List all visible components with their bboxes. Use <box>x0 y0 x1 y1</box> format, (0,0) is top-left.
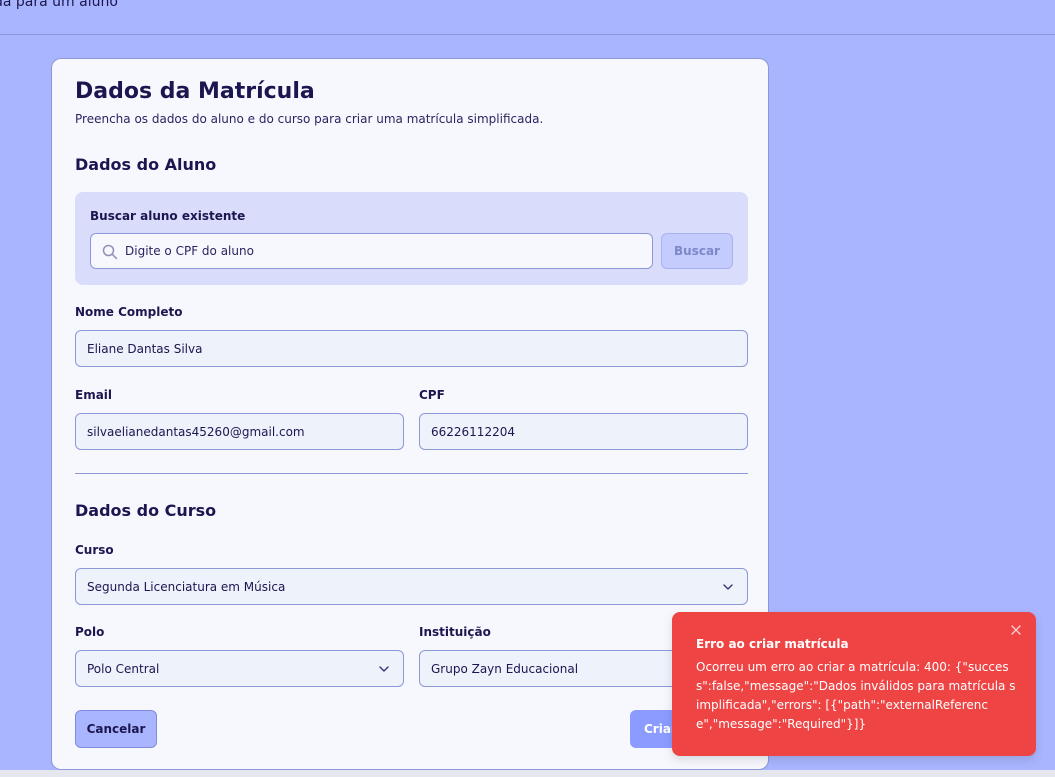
top-header: da para um aluno <box>0 0 1055 35</box>
chevron-down-icon <box>723 584 733 590</box>
email-field[interactable]: silvaelianedantas45260@gmail.com <box>75 413 404 450</box>
header-text: da para um aluno <box>0 0 118 10</box>
section-divider <box>75 473 748 474</box>
name-value: Eliane Dantas Silva <box>87 342 203 356</box>
page-subtitle: Preencha os dados do aluno e do curso pa… <box>75 112 544 126</box>
close-icon[interactable] <box>1011 625 1021 635</box>
polo-select[interactable]: Polo Central <box>75 650 404 687</box>
cpf-search-input[interactable]: Digite o CPF do aluno <box>90 233 653 269</box>
email-label: Email <box>75 388 113 402</box>
toast-title: Erro ao criar matrícula <box>696 637 849 651</box>
error-toast: Erro ao criar matrícula Ocorreu um erro … <box>672 612 1036 756</box>
search-button[interactable]: Buscar <box>661 233 733 269</box>
cpf-value: 66226112204 <box>431 425 515 439</box>
search-icon <box>102 244 118 260</box>
polo-selected-value: Polo Central <box>87 662 160 676</box>
name-field[interactable]: Eliane Dantas Silva <box>75 330 748 367</box>
search-label: Buscar aluno existente <box>90 209 246 223</box>
institution-selected-value: Grupo Zayn Educacional <box>431 662 579 676</box>
student-search-panel: Buscar aluno existente Digite o CPF do a… <box>75 192 748 285</box>
cpf-label: CPF <box>419 388 445 402</box>
course-label: Curso <box>75 543 114 557</box>
toast-message: Ocorreu um erro ao criar a matrícula: 40… <box>696 660 1016 731</box>
course-select[interactable]: Segunda Licenciatura em Música <box>75 568 748 605</box>
course-selected-value: Segunda Licenciatura em Música <box>87 580 286 594</box>
course-section-title: Dados do Curso <box>75 501 217 520</box>
bottom-strip <box>0 770 1055 777</box>
polo-label: Polo <box>75 625 105 639</box>
institution-label: Instituição <box>419 625 491 639</box>
cpf-field[interactable]: 66226112204 <box>419 413 748 450</box>
search-placeholder: Digite o CPF do aluno <box>125 244 254 258</box>
chevron-down-icon <box>379 666 389 672</box>
name-label: Nome Completo <box>75 305 183 319</box>
email-value: silvaelianedantas45260@gmail.com <box>87 425 305 439</box>
student-section-title: Dados do Aluno <box>75 155 217 174</box>
enrollment-card: Dados da Matrícula Preencha os dados do … <box>51 58 769 770</box>
page-title: Dados da Matrícula <box>75 79 315 104</box>
cancel-button[interactable]: Cancelar <box>75 710 157 748</box>
